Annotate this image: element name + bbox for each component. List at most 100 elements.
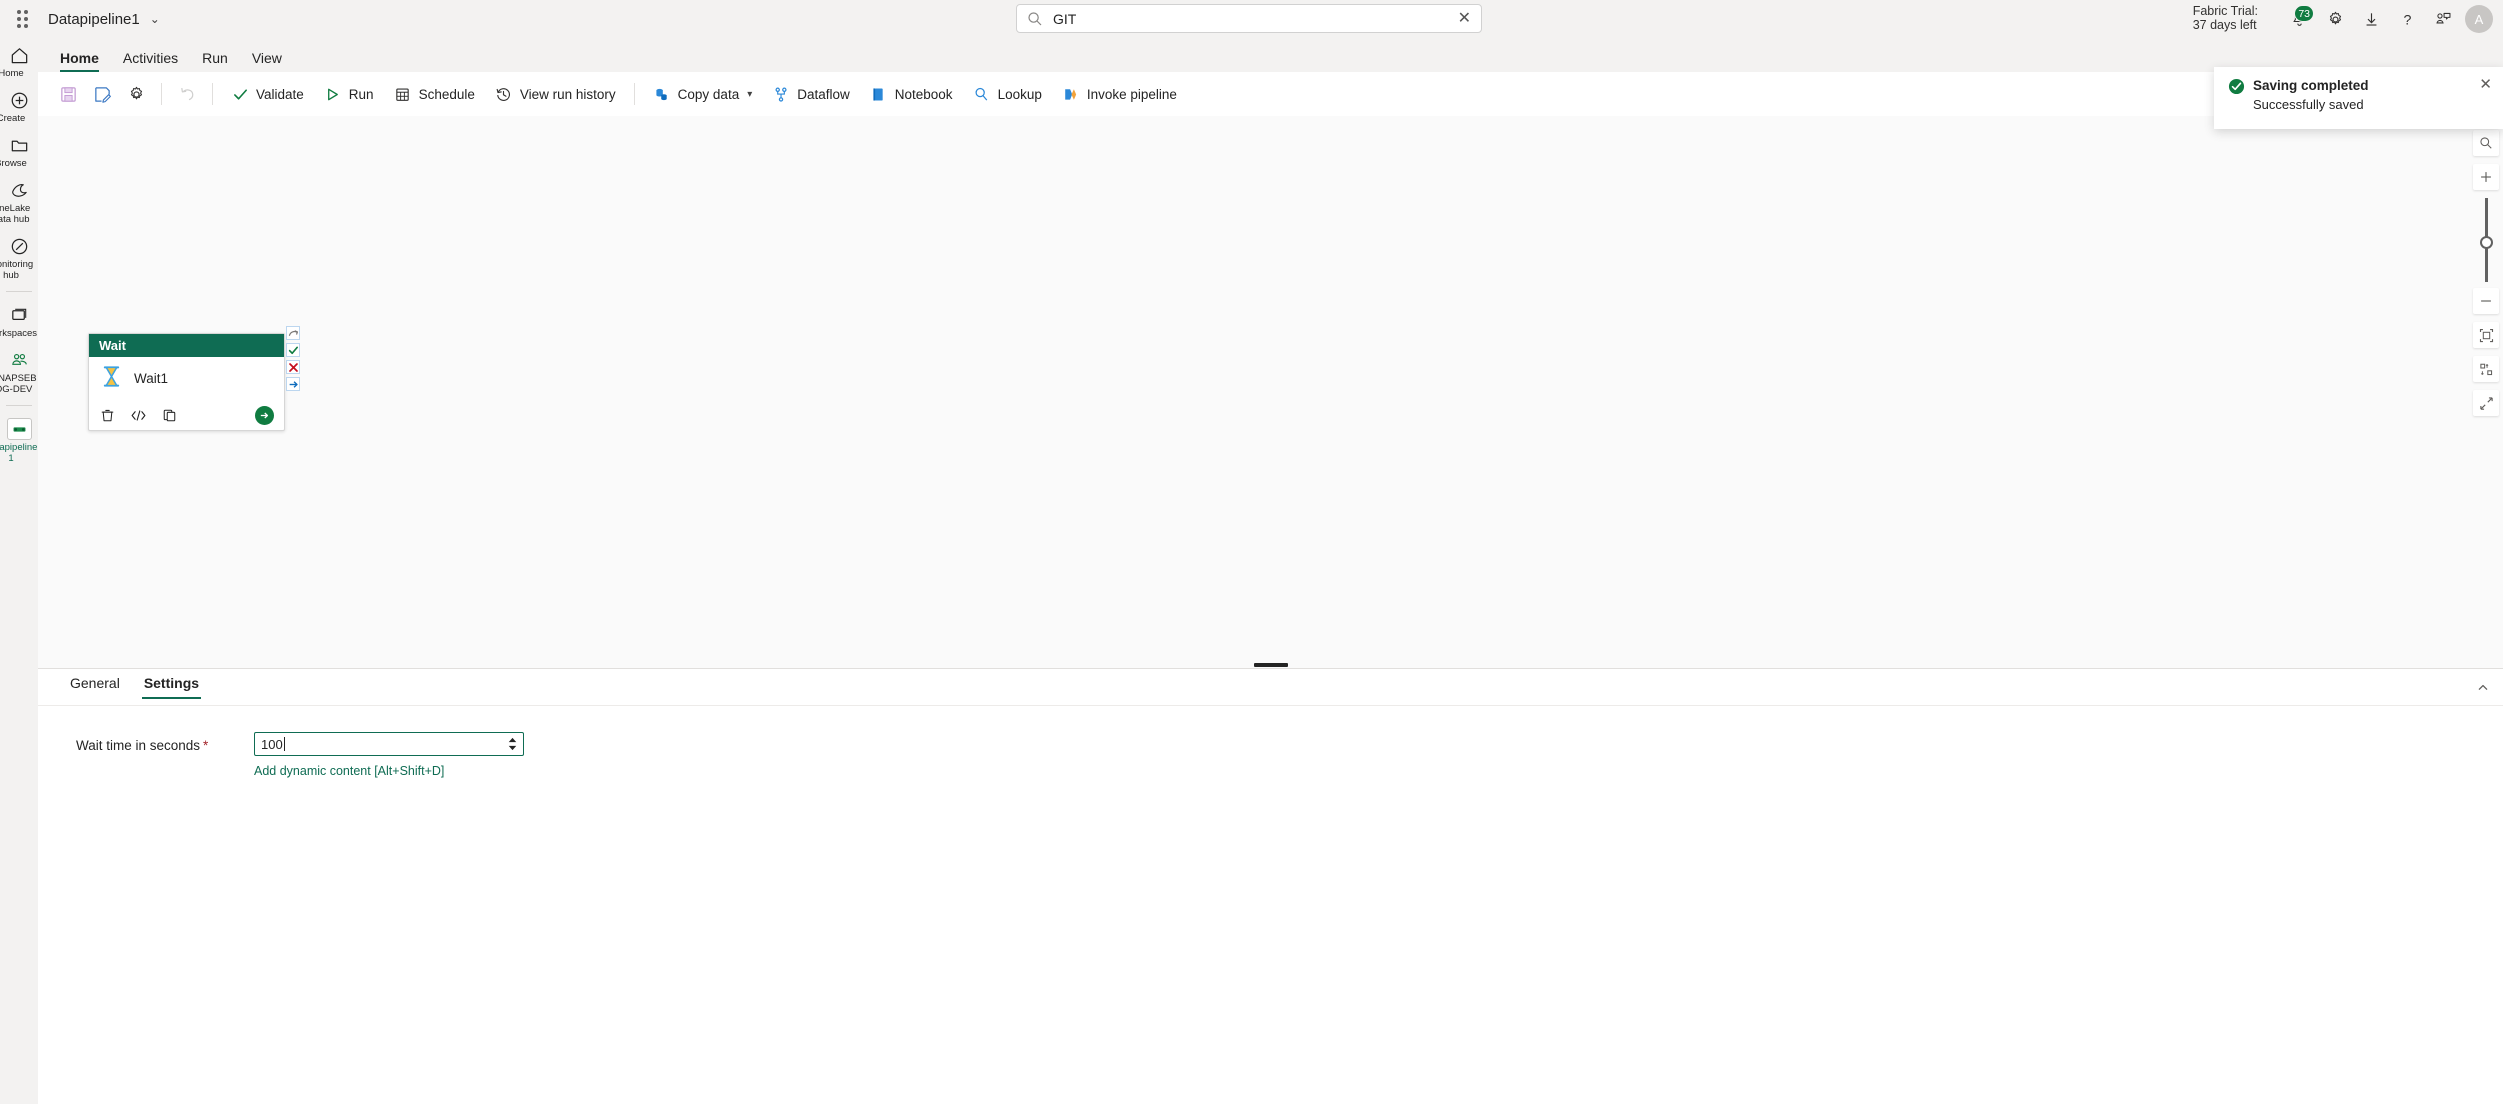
folder-icon bbox=[9, 134, 30, 156]
search-input[interactable]: GIT bbox=[1053, 11, 1458, 27]
chevron-up-icon bbox=[2478, 684, 2488, 691]
feedback-chat-icon bbox=[2435, 12, 2450, 23]
sidebar-item-create[interactable]: Create bbox=[0, 83, 38, 128]
sidebar-item-datapipeline1[interactable]: Datapipeline1 bbox=[0, 412, 38, 468]
copy-data-button[interactable]: Copy data ▾ bbox=[644, 78, 762, 110]
help-button[interactable]: ? bbox=[2391, 3, 2423, 35]
top-bar-actions: 73 ? A bbox=[2283, 0, 2495, 38]
add-dynamic-content-link[interactable]: Add dynamic content [Alt+Shift+D] bbox=[254, 764, 524, 778]
on-success-handle[interactable] bbox=[286, 343, 300, 357]
invoke-pipeline-button[interactable]: Invoke pipeline bbox=[1053, 78, 1186, 110]
play-icon bbox=[324, 85, 342, 103]
stepper-down-icon[interactable] bbox=[508, 745, 517, 751]
toast-close-button[interactable]: ✕ bbox=[2479, 77, 2492, 92]
account-button[interactable]: A bbox=[2463, 3, 2495, 35]
zoom-search-button[interactable] bbox=[2473, 130, 2499, 156]
wait-time-label: Wait time in seconds * bbox=[76, 732, 254, 753]
stepper-up-icon[interactable] bbox=[508, 737, 517, 743]
chevron-down-icon[interactable]: ▾ bbox=[747, 89, 752, 100]
completion-arrow-icon bbox=[289, 380, 298, 388]
on-failure-handle[interactable] bbox=[286, 360, 300, 374]
sidebar-label-browse: Browse bbox=[0, 158, 27, 169]
zoom-slider-knob[interactable] bbox=[2479, 236, 2493, 249]
zoom-out-button[interactable] bbox=[2473, 288, 2499, 314]
left-navigation-rail: Home Create Browse bbox=[0, 38, 38, 1104]
on-completion-handle[interactable] bbox=[286, 377, 300, 391]
duplicate-icon[interactable] bbox=[161, 407, 178, 424]
node-footer bbox=[89, 400, 284, 430]
fabric-data-pipeline-app: Datapipeline1 ⌄ GIT ✕ Fabric Trial: 37 d… bbox=[0, 0, 2503, 1104]
waffle-icon bbox=[16, 10, 28, 28]
hourglass-icon bbox=[99, 364, 124, 394]
lookup-button[interactable]: Lookup bbox=[964, 78, 1051, 110]
gear-icon bbox=[2329, 11, 2341, 24]
sidebar-item-workspaces[interactable]: Workspaces bbox=[0, 298, 38, 343]
auto-align-button[interactable] bbox=[2473, 356, 2499, 382]
wait-time-value-text: 100 bbox=[261, 736, 283, 752]
view-run-history-label: View run history bbox=[519, 86, 616, 102]
properties-tab-bar: General Settings bbox=[38, 669, 2503, 705]
tab-settings[interactable]: Settings bbox=[134, 675, 209, 699]
plus-circle-icon bbox=[9, 89, 30, 111]
zoom-in-button[interactable] bbox=[2473, 164, 2499, 190]
notifications-button[interactable]: 73 bbox=[2283, 3, 2315, 35]
sidebar-item-onelake-data-hub[interactable]: OneLake data hub bbox=[0, 173, 38, 229]
fit-to-screen-icon bbox=[2479, 328, 2493, 342]
collapse-expand-button[interactable] bbox=[2473, 390, 2499, 416]
validate-label: Validate bbox=[256, 86, 304, 102]
save-as-button[interactable] bbox=[86, 78, 118, 110]
title-chevron-down-icon[interactable]: ⌄ bbox=[150, 12, 160, 26]
pipeline-settings-button[interactable] bbox=[120, 78, 152, 110]
ribbon-divider-2 bbox=[212, 83, 213, 105]
code-icon[interactable] bbox=[130, 407, 147, 424]
settings-button[interactable] bbox=[2319, 3, 2351, 35]
skip-arrow-icon bbox=[288, 329, 298, 336]
panel-collapse-button[interactable] bbox=[2477, 681, 2489, 699]
search-box[interactable]: GIT ✕ bbox=[1016, 4, 1482, 33]
download-button[interactable] bbox=[2355, 3, 2387, 35]
tab-activities[interactable]: Activities bbox=[111, 50, 190, 72]
sidebar-item-monitoring-hub[interactable]: Monitoring hub bbox=[0, 229, 38, 285]
trial-days: 37 days left bbox=[2192, 18, 2257, 32]
view-run-history-button[interactable]: View run history bbox=[486, 78, 625, 110]
validate-button[interactable]: Validate bbox=[222, 78, 313, 110]
fit-to-screen-button[interactable] bbox=[2473, 322, 2499, 348]
rail-divider-1 bbox=[6, 291, 32, 292]
pipeline-canvas[interactable]: Wait Wait1 bbox=[38, 116, 2503, 662]
zoom-search-icon bbox=[2480, 137, 2492, 149]
run-activity-button[interactable] bbox=[255, 405, 274, 425]
invoke-pipeline-icon bbox=[1062, 85, 1080, 103]
quantity-stepper[interactable] bbox=[508, 737, 517, 751]
sidebar-label-workspaces: Workspaces bbox=[0, 328, 38, 339]
feedback-button[interactable] bbox=[2427, 3, 2459, 35]
save-icon bbox=[60, 86, 76, 102]
sidebar-item-home[interactable]: Home bbox=[0, 38, 38, 83]
app-launcher-button[interactable] bbox=[0, 0, 44, 38]
wait-time-input[interactable]: 100 bbox=[254, 732, 524, 756]
node-name-label: Wait1 bbox=[134, 371, 169, 386]
save-button[interactable] bbox=[52, 78, 84, 110]
wait-activity-node[interactable]: Wait Wait1 bbox=[88, 333, 285, 431]
on-skip-handle[interactable] bbox=[286, 326, 300, 340]
wait-time-value[interactable]: 100 bbox=[261, 737, 508, 752]
run-button[interactable]: Run bbox=[315, 78, 383, 110]
sidebar-item-workspace[interactable]: SYNAPSEBLOG-DEV bbox=[0, 343, 38, 399]
tab-run[interactable]: Run bbox=[190, 50, 240, 72]
schedule-button[interactable]: Schedule bbox=[385, 78, 484, 110]
tab-view[interactable]: View bbox=[240, 50, 294, 72]
delete-icon[interactable] bbox=[99, 407, 116, 424]
tab-home[interactable]: Home bbox=[48, 50, 111, 72]
workspace-group-icon bbox=[9, 349, 30, 371]
sidebar-item-browse[interactable]: Browse bbox=[0, 128, 38, 173]
success-circle-icon bbox=[2228, 78, 2245, 95]
notebook-button[interactable]: Notebook bbox=[861, 78, 962, 110]
tab-general[interactable]: General bbox=[60, 675, 130, 699]
svg-text:?: ? bbox=[2403, 12, 2411, 28]
dataflow-button[interactable]: Dataflow bbox=[763, 78, 859, 110]
zoom-slider[interactable] bbox=[2473, 198, 2499, 282]
notebook-label: Notebook bbox=[894, 86, 953, 102]
search-clear-icon[interactable]: ✕ bbox=[1458, 10, 1471, 27]
properties-tab-underline bbox=[38, 705, 2503, 706]
splitter-grip[interactable] bbox=[1253, 663, 1288, 667]
undo-button[interactable] bbox=[171, 78, 203, 110]
